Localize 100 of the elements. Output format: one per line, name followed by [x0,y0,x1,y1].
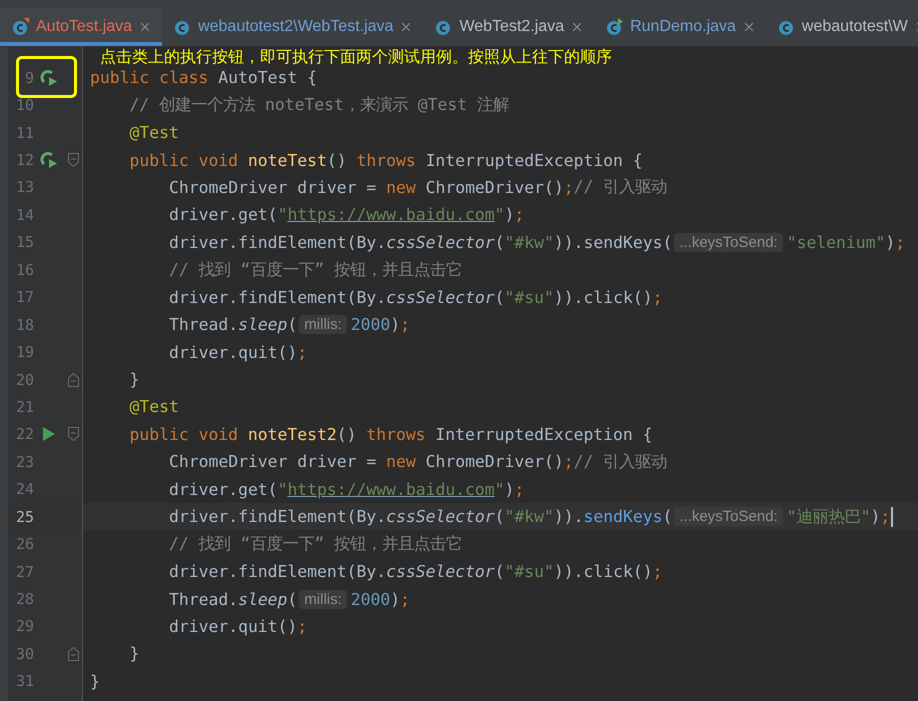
fold-icon[interactable] [68,153,78,168]
keyword: ; [652,562,662,582]
keyword: ; [564,452,574,472]
code-text: ( [494,507,505,526]
line-number: 14 [14,206,34,224]
line-number: 16 [14,260,34,279]
line-number: 9 [24,68,34,87]
keyword: ; [400,590,410,609]
annotation: @Test [130,123,179,142]
run-icon[interactable] [40,68,58,87]
string-literal: "#su" [504,288,554,307]
code-text: Thread. [169,590,238,609]
line-number: 28 [14,590,34,608]
method-reference: sendKeys [584,507,662,526]
keyword: ; [400,315,410,334]
code-text: ) [504,480,514,499]
keyword: ; [297,342,308,362]
static-method: sleep [238,590,288,609]
code-text: } [130,370,140,390]
code-text: () [336,424,358,444]
text-cursor [891,506,894,527]
parameter-hint: millis: [299,590,347,609]
run-icon[interactable] [43,427,55,442]
keyword: throws [356,150,417,170]
keyword: ; [880,507,890,526]
code-text: )).click() [554,288,653,307]
code-text: } [130,644,140,664]
line-number: 30 [14,644,34,663]
code-text: ( [287,315,298,334]
string-literal: "#kw" [504,507,554,526]
editor-tab[interactable]: AutoTest.java [0,8,162,46]
class-icon [778,18,796,36]
string-literal: " [278,205,288,224]
keyword: ; [564,178,574,197]
code-text: driver.quit() [169,342,298,362]
code-text: ) [870,507,880,526]
keyword: public class [90,68,210,88]
parameter-hint: ...keysToSend: [674,232,783,252]
code-text: ) [390,315,400,334]
code-text: ( [494,562,505,582]
code-text: InterruptedException { [435,424,653,444]
fold-icon[interactable] [68,646,78,661]
line-number: 31 [14,672,34,690]
string-literal: " [494,480,505,499]
code-comment: // 引入驱动 [574,176,668,198]
line-number: 20 [14,370,34,389]
editor-tab[interactable]: webautotest\W [766,8,918,46]
editor-tab[interactable]: webautotest2\WebTest.java [162,8,424,46]
code-text: driver.findElement(By. [169,232,386,252]
line-number: 27 [14,562,34,581]
code-text: ChromeDriver() [426,452,564,472]
keyword: ; [895,232,906,252]
line-number: 17 [14,288,34,306]
string-literal: "selenium" [786,232,886,252]
string-literal: " [494,205,505,224]
number-literal: 2000 [350,590,390,609]
static-method: cssSelector [386,507,495,526]
code-text: )). [554,507,584,526]
code-text: driver.get( [169,205,278,224]
keyword: new [386,452,417,472]
code-comment: // 找到 “百度一下” 按钮，并且点击它 [169,258,462,281]
fold-icon[interactable] [68,372,78,387]
line-number: 10 [14,96,34,114]
code-text: )).click() [554,562,653,582]
class-icon [12,18,30,36]
keyword: ; [652,288,662,307]
string-literal: " [278,480,288,499]
line-number: 12 [14,151,34,170]
code-text: driver.findElement(By. [169,507,386,526]
editor-tab[interactable]: RunDemo.java [594,8,766,46]
line-number: 21 [14,398,34,416]
line-number: 11 [14,124,34,142]
fold-icon[interactable] [68,427,78,442]
static-method: cssSelector [386,562,495,582]
code-text: ChromeDriver() [426,178,564,197]
line-number: 23 [14,452,34,471]
code-text: ChromeDriver driver = [169,452,378,472]
keyword: throws [366,424,427,444]
code-text: ( [494,232,505,252]
parameter-hint: ...keysToSend: [674,507,783,526]
code-text: ) [885,232,896,252]
code-text: Thread. [169,315,238,334]
code-text: } [90,672,100,691]
code-text: InterruptedException { [426,150,643,170]
line-number: 13 [14,178,34,196]
line-number: 22 [14,425,34,444]
code-text: driver.findElement(By. [169,288,386,307]
editor-tab[interactable]: WebTest2.java [423,8,594,46]
run-icon[interactable] [40,151,58,170]
line-number: 24 [14,480,34,498]
static-method: cssSelector [386,288,495,307]
line-number: 19 [14,343,34,362]
code-text: () [326,150,348,170]
string-literal: "#kw" [504,232,554,252]
code-text: driver.get( [169,480,278,499]
static-method: cssSelector [386,232,495,252]
code-text: AutoTest { [218,68,317,88]
method-name: noteTest [248,150,327,170]
line-number: 15 [14,233,34,252]
keyword: public void [130,150,240,170]
